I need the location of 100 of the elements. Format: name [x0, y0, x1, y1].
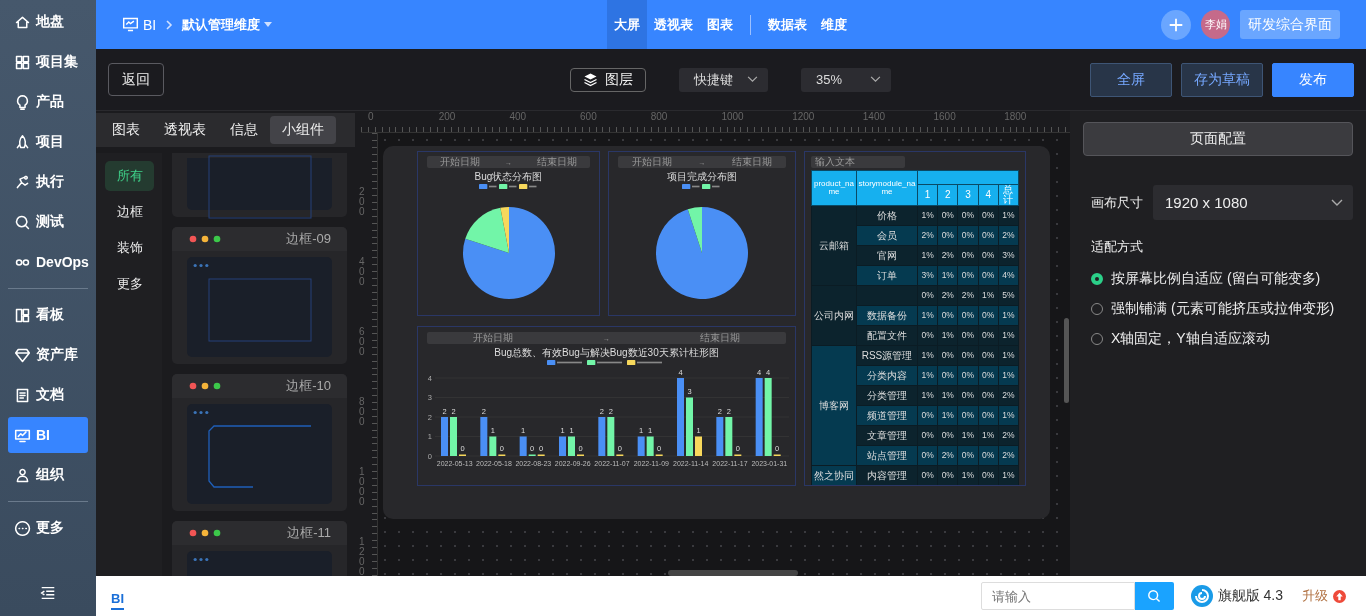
nav-icon	[14, 466, 31, 484]
nav-icon	[14, 386, 31, 404]
nav-item[interactable]: 测试	[8, 204, 88, 240]
nav-icon	[14, 519, 31, 537]
table-cell: 博客网	[811, 345, 857, 466]
ruler-label: 800	[358, 397, 366, 429]
widget-tab[interactable]: 信息	[218, 116, 270, 144]
footer-tab[interactable]: BI	[111, 582, 124, 610]
toolbar-button[interactable]: 发布	[1272, 62, 1354, 97]
chevron-icon	[164, 19, 175, 30]
dimension-dropdown[interactable]: 默认管理维度	[182, 15, 273, 34]
table-cell: 公司内网	[811, 285, 857, 346]
widget-card[interactable]: 边框-09	[172, 227, 347, 364]
widget-title: 边框-11	[287, 524, 331, 542]
chart-title: Bug状态分布图	[474, 171, 543, 182]
nav-item[interactable]: 项目	[8, 124, 88, 160]
column-header: product_name	[811, 170, 857, 206]
ruler-label: 1600	[932, 111, 957, 124]
header-tab[interactable]: 维度	[814, 0, 854, 49]
back-button[interactable]: 返回	[108, 63, 164, 96]
nav-item[interactable]: 看板	[8, 297, 88, 333]
nav-icon	[14, 346, 31, 364]
nav-icon	[14, 93, 31, 111]
widget-title: 边框-10	[286, 377, 331, 395]
nav-icon	[14, 133, 31, 151]
toolbar-button[interactable]: 全屏	[1090, 62, 1172, 97]
field-label: 画布尺寸	[1091, 193, 1143, 212]
widget-tab[interactable]: 图表	[100, 116, 152, 144]
ruler-label: 600	[579, 111, 598, 124]
header-tab[interactable]: 透视表	[647, 0, 700, 49]
widget-card[interactable]: 边框-10	[172, 374, 347, 511]
radio-option[interactable]: 按屏幕比例自适应 (留白可能变多)	[1083, 264, 1353, 294]
chart-legend	[478, 184, 539, 189]
dots-icon	[193, 410, 209, 415]
window-dots-icon	[189, 529, 221, 537]
widget-card[interactable]: 边框-11	[172, 521, 347, 576]
widget-tab[interactable]: 小组件	[270, 116, 336, 144]
chevron-down-icon	[870, 76, 881, 83]
nav-item[interactable]: BI	[8, 417, 88, 453]
nav-item[interactable]: 更多	[8, 510, 88, 546]
scrollbar-thumb[interactable]	[668, 570, 798, 576]
layers-button[interactable]: 图层	[570, 67, 646, 92]
nav-icon	[14, 306, 31, 324]
chart-title: Bug总数、有效Bug与解决Bug数近30天累计柱形图	[494, 347, 719, 358]
table-cell: 然之协同	[811, 465, 857, 485]
category-item[interactable]: 边框	[105, 197, 154, 227]
header-tab[interactable]: 数据表	[761, 0, 814, 49]
nav-item[interactable]: 项目集	[8, 44, 88, 80]
nav-item[interactable]: 执行	[8, 164, 88, 200]
logo-icon	[1189, 584, 1214, 608]
toolbar-button[interactable]: 存为草稿	[1181, 62, 1263, 97]
dots-icon	[193, 263, 209, 268]
zoom-dropdown[interactable]: 35%	[801, 67, 891, 92]
shortcuts-dropdown[interactable]: 快捷键	[679, 67, 768, 92]
add-button[interactable]	[1161, 9, 1191, 40]
text-input[interactable]: 输入文本	[811, 156, 905, 168]
user-avatar[interactable]: 李娟	[1201, 10, 1230, 39]
scrollbar-thumb[interactable]	[1064, 318, 1069, 403]
nav-item[interactable]: 组织	[8, 457, 88, 493]
ruler-label: 800	[649, 111, 669, 124]
canvas-size-select[interactable]: 1920 x 1080	[1153, 185, 1353, 220]
nav-item[interactable]: 文档	[8, 377, 88, 413]
radio-option[interactable]: 强制铺满 (元素可能挤压或拉伸变形)	[1083, 294, 1353, 324]
ruler-label: 400	[358, 257, 366, 289]
ruler-label: 0	[367, 111, 375, 124]
nav-icon	[14, 173, 31, 191]
ruler-label: 200	[358, 187, 366, 219]
window-dots-icon	[189, 382, 221, 390]
ruler-label: 1200	[791, 111, 816, 124]
header-tab[interactable]: 图表	[700, 0, 740, 49]
search-icon	[1146, 588, 1163, 604]
header-tab[interactable]: 大屏	[607, 0, 647, 49]
chart-legend	[682, 184, 722, 189]
category-item[interactable]: 更多	[105, 269, 154, 299]
category-item[interactable]: 装饰	[105, 233, 154, 263]
search-field[interactable]: 请输入	[980, 582, 1135, 610]
chart-widget[interactable]	[417, 326, 796, 486]
ruler-label: 1200	[358, 537, 366, 579]
ruler-label: 200	[437, 111, 457, 124]
upgrade-link[interactable]: 升级	[1302, 587, 1328, 605]
table-widget[interactable]	[804, 151, 1026, 486]
nav-icon	[14, 213, 31, 231]
app-title: BI	[143, 16, 157, 33]
widget-title: 边框-09	[286, 230, 331, 248]
chevron-down-icon	[747, 76, 758, 83]
nav-item[interactable]: DevOps	[8, 244, 88, 280]
monitor-icon	[122, 16, 139, 33]
caret-icon	[264, 22, 273, 27]
page-config-button[interactable]: 页面配置	[1083, 122, 1353, 156]
menu-icon[interactable]	[39, 584, 57, 602]
nav-item[interactable]: 地盘	[8, 4, 88, 40]
ruler-label: 1000	[358, 467, 366, 509]
up-arrow-icon	[1333, 589, 1346, 603]
widget-tab[interactable]: 透视表	[152, 116, 218, 144]
dots-icon	[193, 557, 209, 562]
radio-button[interactable]	[1091, 273, 1103, 285]
category-item[interactable]: 所有	[105, 161, 154, 191]
radio-option[interactable]: X轴固定，Y轴自适应滚动	[1083, 324, 1353, 354]
nav-item[interactable]: 资产库	[8, 337, 88, 373]
nav-item[interactable]: 产品	[8, 84, 88, 120]
